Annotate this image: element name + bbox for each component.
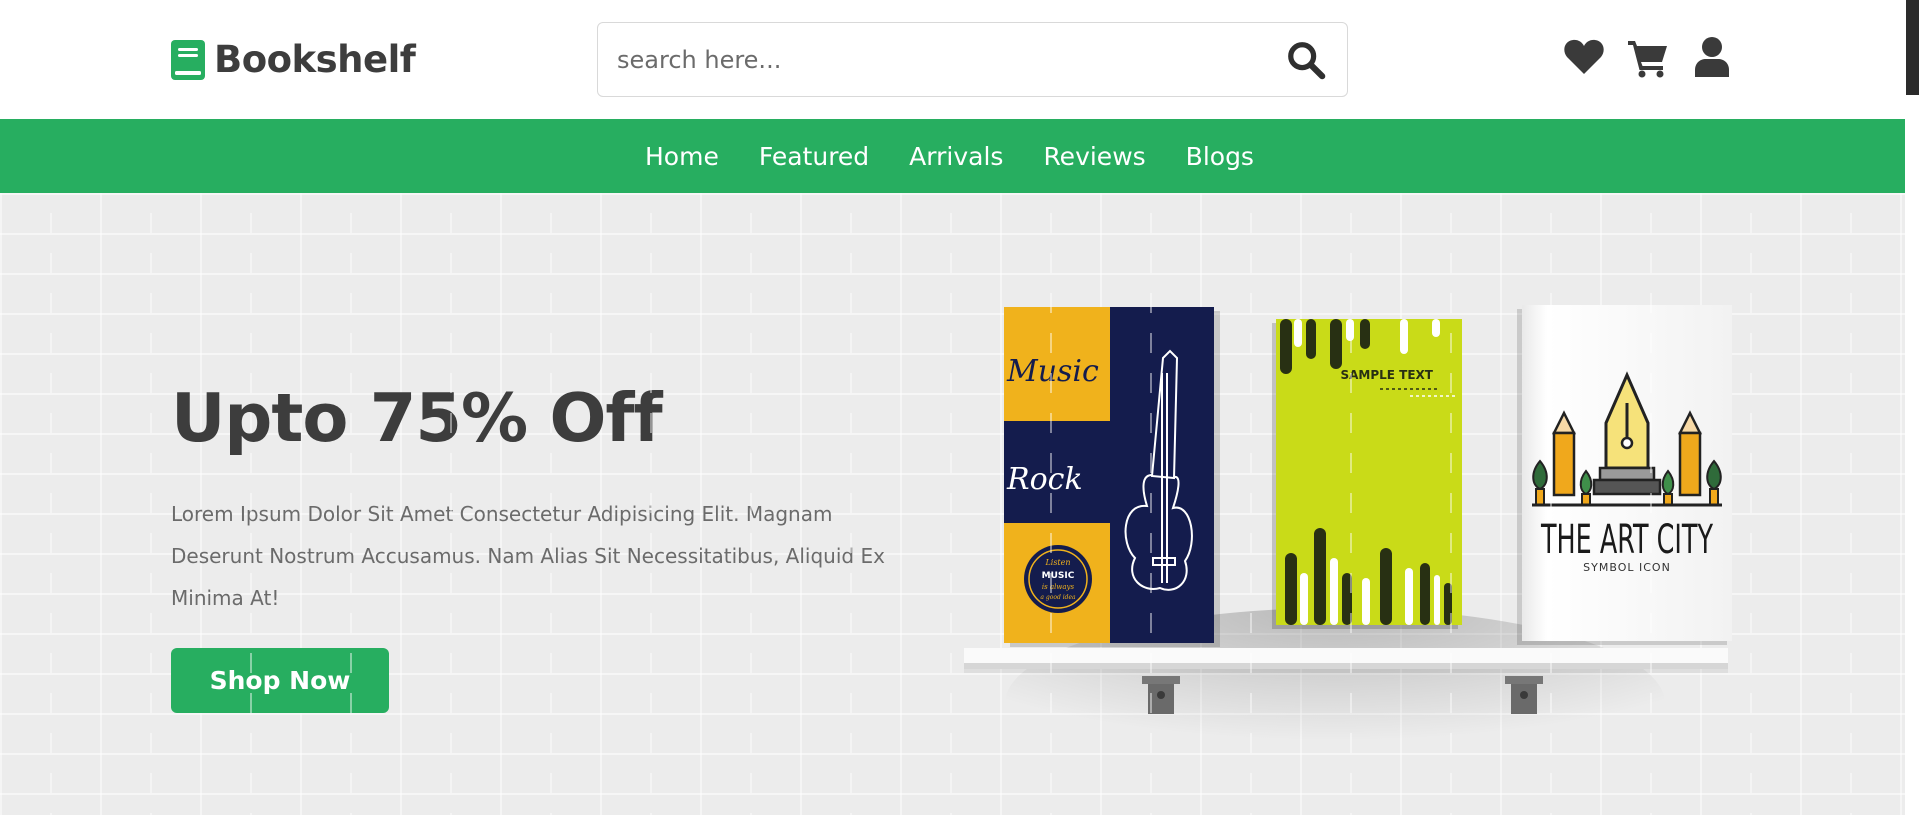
sample-text-label: SAMPLE TEXT	[1340, 368, 1433, 382]
bookshelf-illustration: Music Rock Listen MUSIC is always a good…	[950, 303, 1740, 803]
header: Bookshelf	[0, 0, 1905, 119]
book-icon	[171, 39, 205, 80]
search-form	[597, 22, 1348, 97]
cart-icon	[1628, 41, 1667, 78]
badge-line-3: is always	[1042, 583, 1075, 591]
hero-title: Upto 75% Off	[171, 379, 663, 457]
brand-name: Bookshelf	[214, 38, 416, 81]
heart-icon	[1564, 39, 1604, 74]
header-icons	[1563, 36, 1733, 78]
shop-now-button[interactable]: Shop Now	[171, 648, 389, 713]
nav-link-home[interactable]: Home	[645, 142, 719, 171]
main-navigation: Home Featured Arrivals Reviews Blogs	[0, 119, 1905, 193]
cart-link[interactable]	[1627, 36, 1669, 78]
nav-link-reviews[interactable]: Reviews	[1043, 142, 1145, 171]
sample-text-book-cover: SAMPLE TEXT	[1272, 319, 1462, 629]
rock-word: Rock	[1006, 462, 1083, 497]
brand-logo[interactable]: Bookshelf	[171, 38, 416, 81]
art-city-title: THE ART CITY	[1540, 517, 1713, 563]
bookshelf-image: Music Rock Listen MUSIC is always a good…	[964, 305, 1732, 798]
music-word: Music	[1006, 354, 1099, 389]
art-city-book-cover: THE ART CITY SYMBOL ICON	[1517, 305, 1732, 645]
wishlist-link[interactable]	[1563, 36, 1605, 78]
art-city-subtitle: SYMBOL ICON	[1583, 561, 1671, 574]
hero-section: Upto 75% Off Lorem Ipsum Dolor Sit Amet …	[0, 193, 1905, 815]
shelf-plank	[964, 648, 1728, 673]
nav-list: Home Featured Arrivals Reviews Blogs	[645, 119, 1254, 193]
account-link[interactable]	[1691, 36, 1733, 78]
nav-link-featured[interactable]: Featured	[759, 142, 869, 171]
search-button[interactable]	[1285, 39, 1327, 81]
nav-link-blogs[interactable]: Blogs	[1186, 142, 1254, 171]
badge-line-1: Listen	[1044, 558, 1070, 567]
badge-line-4: a good idea	[1040, 594, 1076, 601]
nav-link-arrivals[interactable]: Arrivals	[909, 142, 1003, 171]
badge-line-2: MUSIC	[1042, 571, 1075, 581]
scrollbar-thumb[interactable]	[1906, 0, 1919, 95]
search-icon	[1288, 42, 1326, 80]
hero-description: Lorem Ipsum Dolor Sit Amet Consectetur A…	[171, 502, 885, 610]
music-book-cover: Music Rock Listen MUSIC is always a good…	[1004, 307, 1220, 647]
search-input[interactable]	[599, 24, 1259, 95]
user-icon	[1695, 37, 1729, 77]
